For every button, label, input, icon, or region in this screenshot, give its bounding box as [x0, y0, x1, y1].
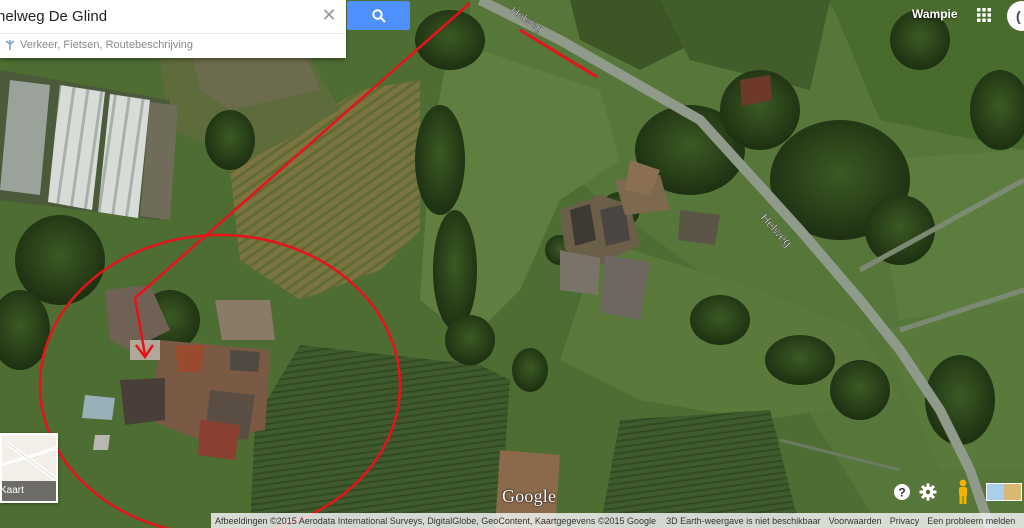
terms-link[interactable]: Voorwaarden [825, 516, 886, 526]
user-name-link[interactable]: Wampie [912, 7, 958, 21]
pegman-icon[interactable] [956, 479, 970, 505]
mini-map-roads [2, 441, 56, 482]
search-button[interactable] [347, 1, 410, 30]
report-problem-link[interactable]: Een probleem melden [923, 516, 1019, 526]
satellite-map[interactable]: Helweg Helweg [0, 0, 1024, 528]
map-footer: Afbeeldingen ©2015 Aerodata Internationa… [211, 513, 1024, 528]
attribution-text: Afbeeldingen ©2015 Aerodata Internationa… [215, 515, 657, 526]
close-icon[interactable]: ✕ [320, 6, 338, 24]
search-input[interactable] [0, 2, 318, 30]
imagery-toggle[interactable] [986, 483, 1022, 501]
apps-grid-icon[interactable] [977, 8, 991, 22]
google-logo: Google [502, 486, 557, 506]
search-icon [371, 8, 386, 23]
help-icon[interactable]: ? [893, 483, 911, 501]
map-type-switcher[interactable]: Kaart [0, 433, 58, 503]
directions-icon [5, 39, 15, 50]
mini-map-label: Kaart [2, 481, 56, 501]
earth-notice: 3D Earth-weergave is niet beschikbaar [666, 515, 821, 526]
directions-link[interactable]: Verkeer, Fietsen, Routebeschrijving [0, 33, 346, 55]
directions-label: Verkeer, Fietsen, Routebeschrijving [20, 38, 194, 51]
privacy-link[interactable]: Privacy [886, 516, 924, 526]
settings-icon[interactable] [919, 483, 937, 501]
svg-text:?: ? [898, 486, 905, 500]
search-box: ✕ Verkeer, Fietsen, Routebeschrijving [0, 0, 346, 58]
